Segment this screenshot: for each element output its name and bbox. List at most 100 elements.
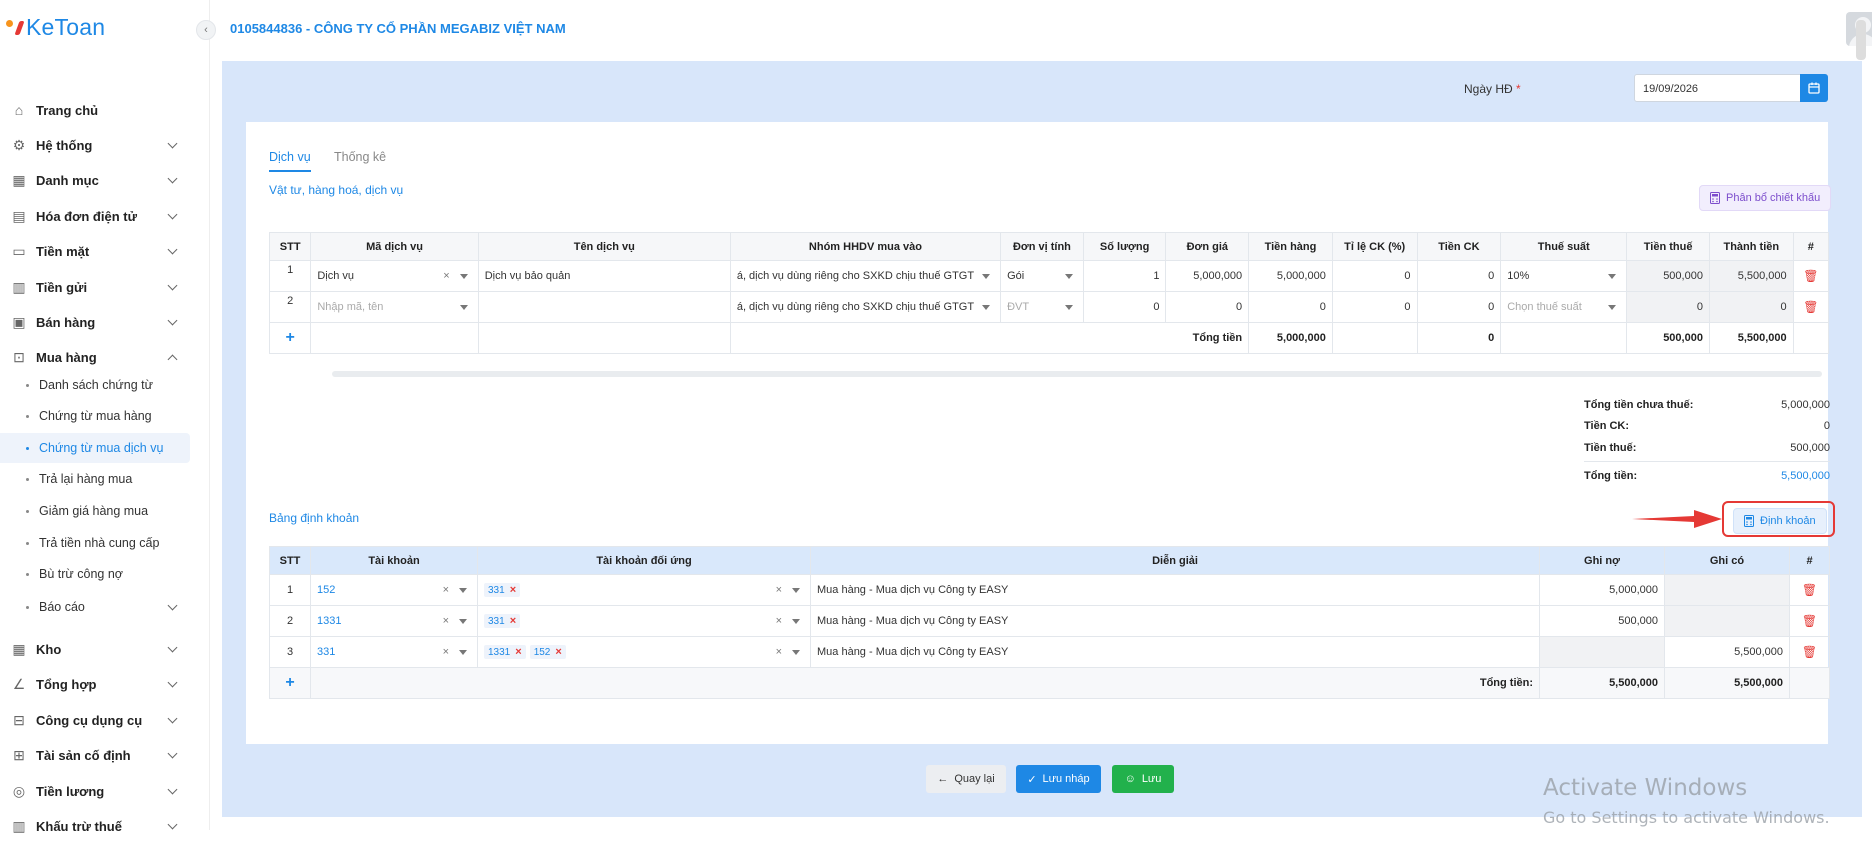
sidebar-item-10[interactable]: ⊟ Công cụ dụng cụ [0,703,190,737]
unit-select[interactable]: Gói [1000,260,1084,292]
description-input[interactable]: Mua hàng - Mua dịch vụ Công ty EASY [810,574,1540,606]
trash-icon[interactable]: 🗑 [1802,583,1817,597]
contra-account-select[interactable]: 1331 × 152 × × [477,636,811,668]
tab-dich-vu[interactable]: Dịch vụ [269,150,311,172]
service-code-select[interactable]: Nhập mã, tên [310,291,479,323]
clear-icon[interactable]: × [776,646,782,658]
account-select[interactable]: 152 × [310,574,478,606]
dropdown-caret-icon[interactable] [792,650,800,655]
sidebar-item-9[interactable]: ∠ Tổng hợp [0,667,190,701]
sidebar-item-11[interactable]: ⊞ Tài sản cố định [0,738,190,772]
sidebar-subitem-3[interactable]: Trả lại hàng mua [0,464,190,494]
trash-icon[interactable]: 🗑 [1802,645,1817,659]
ck-input[interactable]: 0 [1416,291,1502,323]
credit-input[interactable] [1664,574,1790,606]
amount-input[interactable]: 0 [1248,291,1333,323]
sidebar-collapse-button[interactable]: ‹ [196,20,216,40]
contra-account-select[interactable]: 331 × × [477,574,811,606]
credit-input[interactable]: 5,500,000 [1664,636,1790,668]
table-horizontal-scrollbar[interactable] [332,371,1822,377]
sidebar-item-8[interactable]: ▦ Kho [0,632,190,666]
service-group-select[interactable]: á, dịch vụ dùng riêng cho SXKD chịu thuế… [729,260,1002,292]
dropdown-caret-icon[interactable] [792,619,800,624]
service-name-input[interactable]: Dịch vụ bảo quản [477,260,731,292]
sidebar-item-2[interactable]: ▦ Danh mục [0,163,190,197]
service-code-select[interactable]: Dịch vụ × [310,260,479,292]
remove-tag-icon[interactable]: × [510,584,516,596]
credit-input[interactable] [1664,605,1790,637]
clear-icon[interactable]: × [443,646,449,658]
back-button[interactable]: ← Quay lại [926,765,1006,793]
trash-icon[interactable]: 🗑 [1802,614,1817,628]
sidebar-item-13[interactable]: ▥ Khấu trừ thuế [0,809,190,843]
sidebar-subitem-2[interactable]: Chứng từ mua dịch vụ [0,433,190,463]
price-input[interactable]: 5,000,000 [1165,260,1250,292]
price-input[interactable]: 0 [1165,291,1250,323]
remove-tag-icon[interactable]: × [510,615,516,627]
remove-tag-icon[interactable]: × [555,646,561,658]
dropdown-caret-icon[interactable] [459,650,467,655]
date-field[interactable]: 19/09/2026 [1634,74,1828,102]
sidebar-subitem-4[interactable]: Giảm giá hàng mua [0,496,190,526]
save-draft-button[interactable]: ✓ Lưu nháp [1016,765,1101,793]
dropdown-caret-icon[interactable] [459,588,467,593]
dropdown-caret-icon[interactable] [792,588,800,593]
account-select[interactable]: 1331 × [310,605,478,637]
sidebar-item-3[interactable]: ▤ Hóa đơn điện tử [0,199,190,233]
dropdown-caret-icon[interactable] [459,305,468,310]
trash-icon[interactable]: 🗑 [1803,269,1818,283]
ck_rate-input[interactable]: 0 [1331,260,1418,292]
clear-icon[interactable]: × [443,270,449,282]
sidebar-item-5[interactable]: ▥ Tiền gửi [0,270,190,304]
sidebar-subitem-7[interactable]: Báo cáo [0,592,190,622]
dropdown-caret-icon[interactable] [1608,305,1617,310]
dropdown-caret-icon[interactable] [459,619,467,624]
contra-account-select[interactable]: 331 × × [477,605,811,637]
sidebar-subitem-5[interactable]: Trả tiền nhà cung cấp [0,528,190,558]
remove-tag-icon[interactable]: × [515,646,521,658]
tax-rate-select[interactable]: 10% [1500,260,1628,292]
dropdown-caret-icon[interactable] [982,305,991,310]
sidebar-subitem-6[interactable]: Bù trừ công nợ [0,559,190,589]
dropdown-caret-icon[interactable] [1064,305,1073,310]
dropdown-caret-icon[interactable] [982,274,991,279]
description-input[interactable]: Mua hàng - Mua dịch vụ Công ty EASY [810,605,1540,637]
ck-input[interactable]: 0 [1416,260,1502,292]
calendar-icon[interactable] [1800,74,1828,102]
debit-input[interactable]: 5,000,000 [1539,574,1665,606]
page-scrollbar[interactable] [1856,20,1866,60]
dropdown-caret-icon[interactable] [1608,274,1617,279]
qty-input[interactable]: 1 [1082,260,1167,292]
dropdown-caret-icon[interactable] [1064,274,1073,279]
sidebar-subitem-1[interactable]: Chứng từ mua hàng [0,401,190,431]
sidebar-item-1[interactable]: ⚙ Hệ thống [0,128,190,162]
dropdown-caret-icon[interactable] [459,274,468,279]
sidebar-item-4[interactable]: ▭ Tiền mặt [0,234,190,268]
debit-input[interactable] [1539,636,1665,668]
sidebar-item-6[interactable]: ▣ Bán hàng [0,305,190,339]
amount-input[interactable]: 5,000,000 [1248,260,1333,292]
dinh-khoan-button[interactable]: Định khoản [1733,508,1827,534]
sidebar-item-7[interactable]: ⊡ Mua hàng [0,340,190,374]
save-button[interactable]: ☺ Lưu [1112,765,1174,793]
tax-rate-select[interactable]: Chọn thuế suất [1500,291,1628,323]
sidebar-subitem-0[interactable]: Danh sách chứng từ [0,370,190,400]
qty-input[interactable]: 0 [1082,291,1167,323]
clear-icon[interactable]: × [443,584,449,596]
discount-allocation-button[interactable]: Phân bổ chiết khấu [1699,185,1832,211]
tab-thong-ke[interactable]: Thống kê [334,150,386,164]
ck_rate-input[interactable]: 0 [1331,291,1418,323]
clear-icon[interactable]: × [443,615,449,627]
unit-select[interactable]: ĐVT [1000,291,1084,323]
debit-input[interactable]: 500,000 [1539,605,1665,637]
add-row-icon[interactable]: + [285,674,294,691]
logo[interactable]: KeToan [6,14,105,41]
service-group-select[interactable]: á, dịch vụ dùng riêng cho SXKD chịu thuế… [729,291,1002,323]
add-row-icon[interactable]: + [286,329,295,346]
service-name-input[interactable] [477,291,731,323]
clear-icon[interactable]: × [776,615,782,627]
sidebar-item-0[interactable]: ⌂ Trang chủ [0,93,190,127]
clear-icon[interactable]: × [776,584,782,596]
description-input[interactable]: Mua hàng - Mua dịch vụ Công ty EASY [810,636,1540,668]
sidebar-item-12[interactable]: ◎ Tiền lương [0,774,190,808]
